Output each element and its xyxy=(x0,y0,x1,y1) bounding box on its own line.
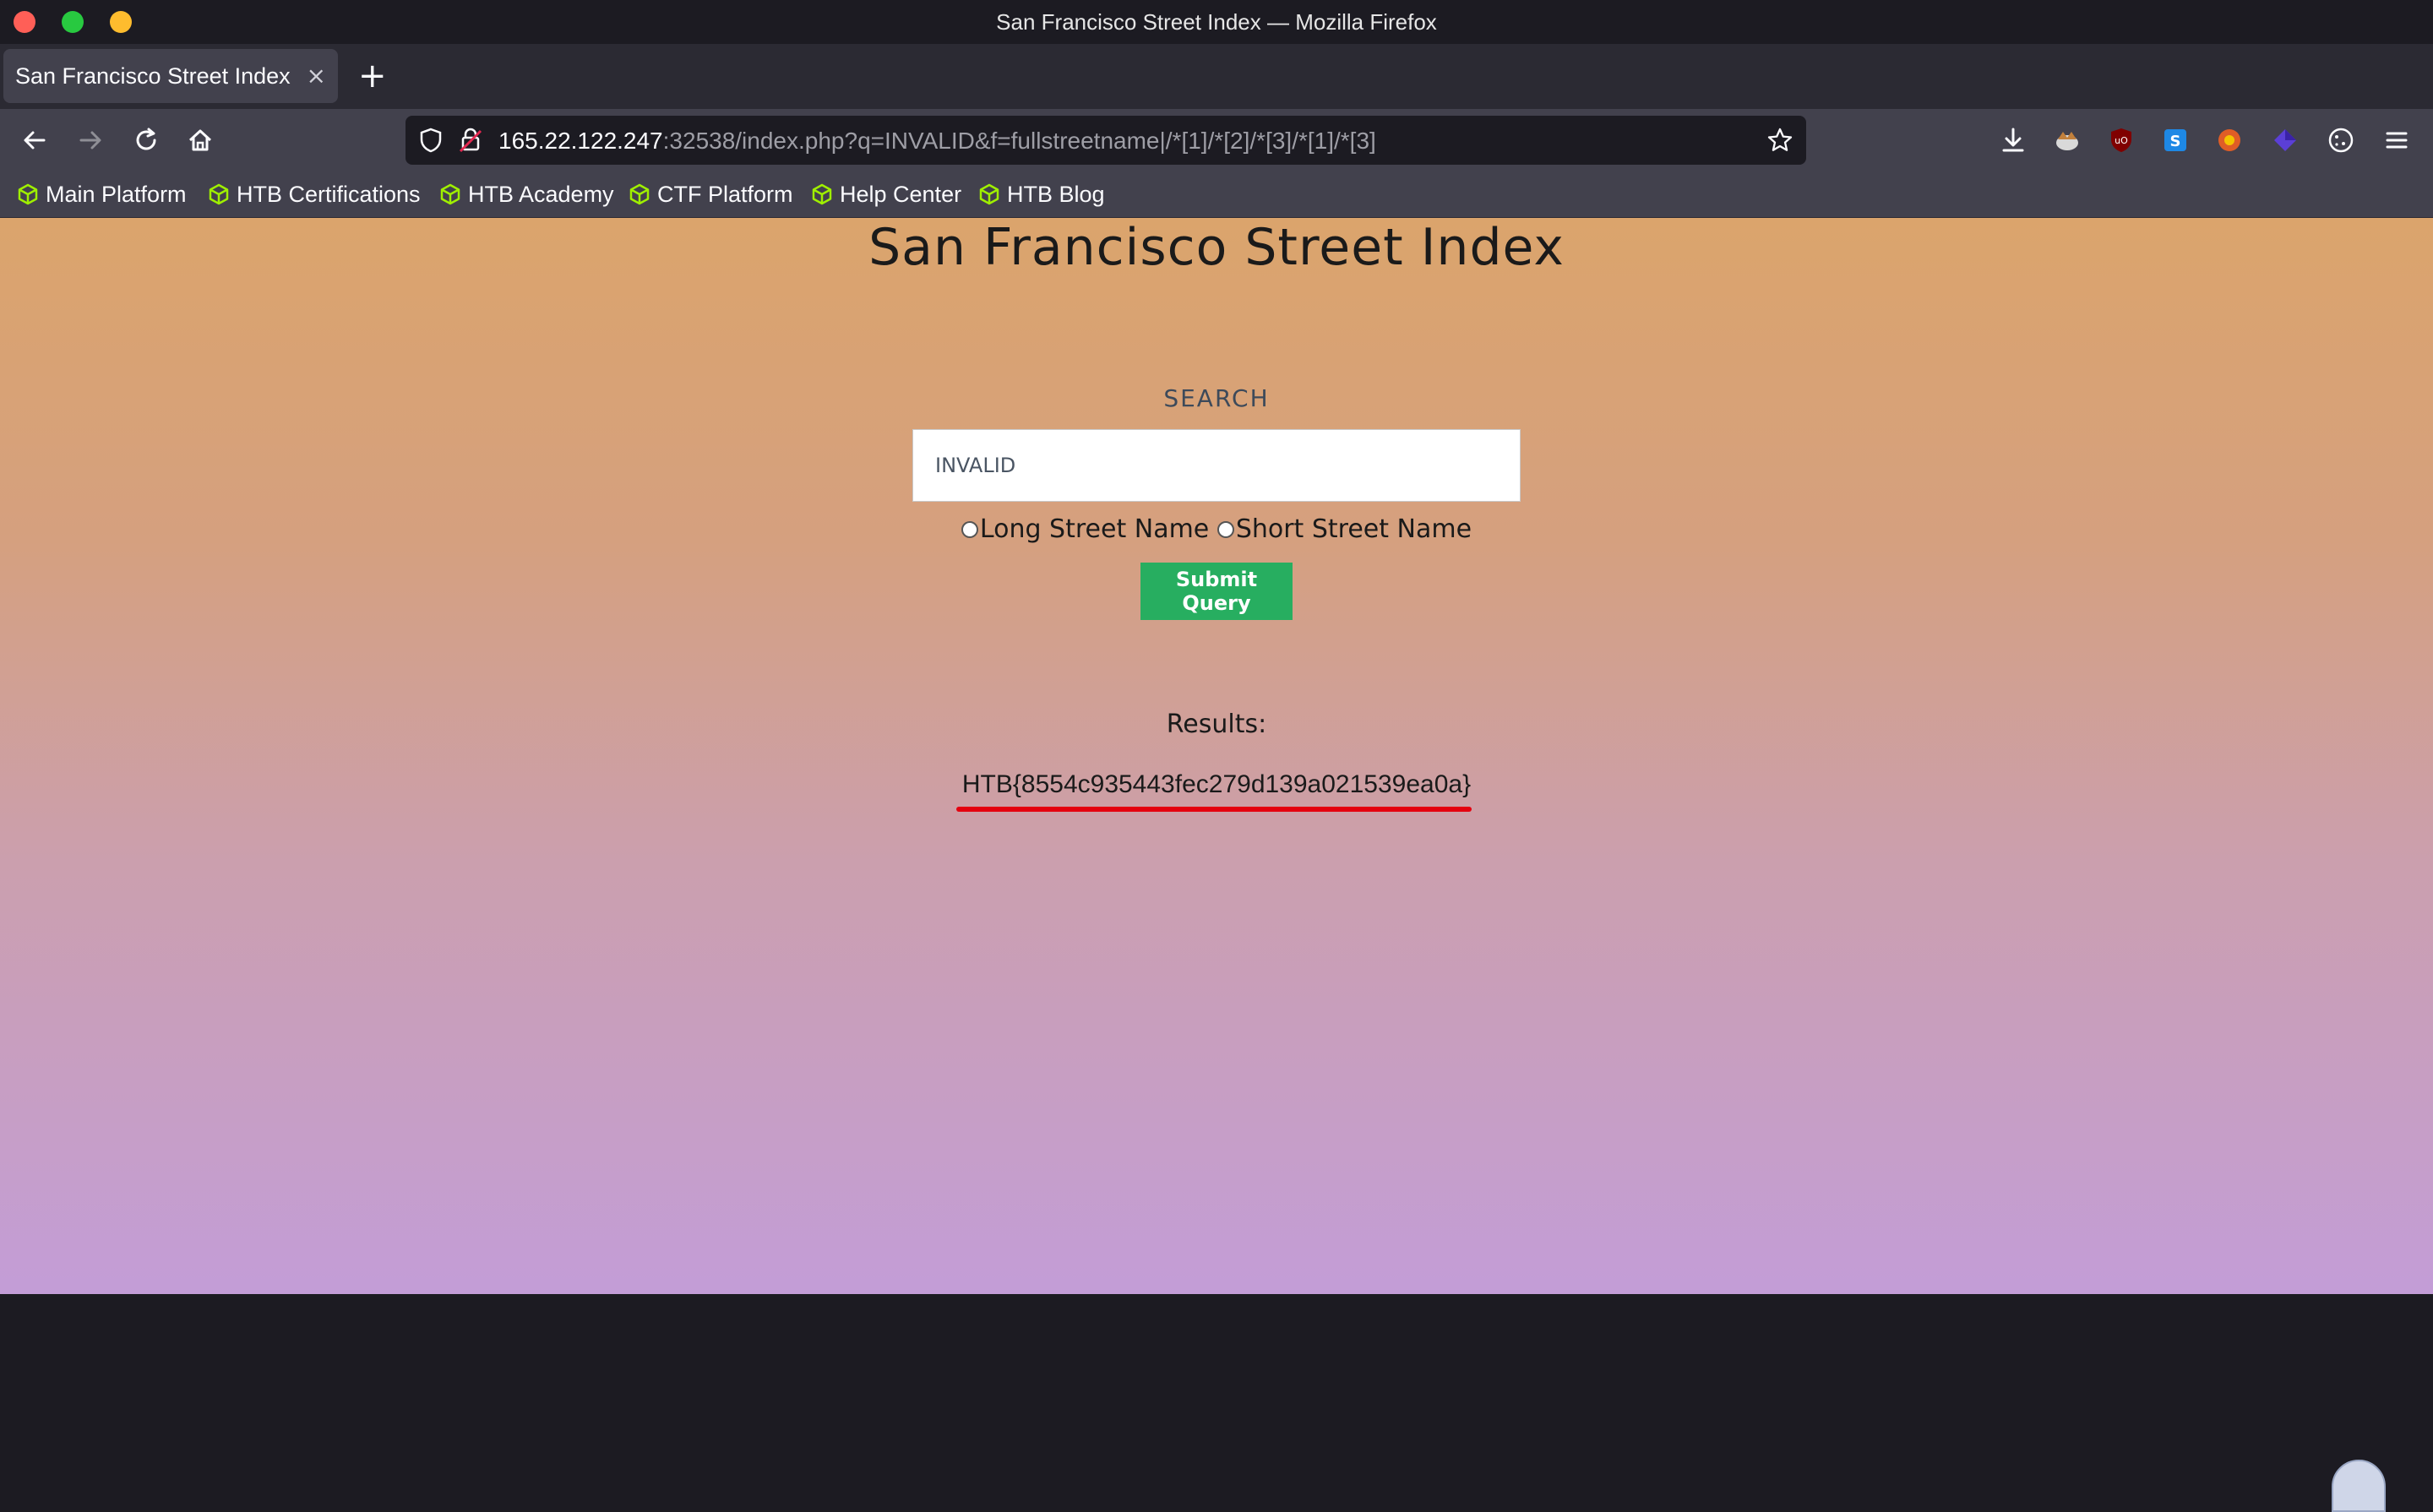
tab-active[interactable]: San Francisco Street Index × xyxy=(3,49,338,103)
bookmark-label: Help Center xyxy=(840,181,962,207)
extension-s-icon[interactable]: S xyxy=(2159,124,2191,156)
clipboard-widget-icon[interactable] xyxy=(2332,1460,2386,1512)
bookmark-label: CTF Platform xyxy=(657,181,793,207)
search-input[interactable] xyxy=(912,429,1521,502)
menu-hamburger-icon[interactable] xyxy=(2381,124,2413,156)
svg-text:S: S xyxy=(2170,133,2181,150)
submit-query-button[interactable]: Submit Query xyxy=(1140,563,1293,620)
tab-close-icon[interactable]: × xyxy=(307,62,326,90)
insecure-lock-icon[interactable] xyxy=(456,126,485,155)
htb-cube-icon xyxy=(979,183,999,205)
bookmark-help-center[interactable]: Help Center xyxy=(811,180,961,209)
bookmark-star-icon[interactable] xyxy=(1766,126,1794,155)
radio-long-label[interactable]: Long Street Name xyxy=(980,514,1209,544)
url-text[interactable]: 165.22.122.247:32538/index.php?q=INVALID… xyxy=(498,128,1376,155)
navigation-toolbar: 165.22.122.247:32538/index.php?q=INVALID… xyxy=(0,109,2433,171)
bookmark-htb-certifications[interactable]: HTB Certifications xyxy=(208,180,421,209)
window-title: San Francisco Street Index — Mozilla Fir… xyxy=(996,9,1437,35)
radio-short-label[interactable]: Short Street Name xyxy=(1236,514,1472,544)
bookmark-label: HTB Certifications xyxy=(237,181,421,207)
htb-cube-icon xyxy=(440,183,460,205)
radio-short-street-name[interactable] xyxy=(1216,520,1234,538)
page-title: San Francisco Street Index xyxy=(868,218,1565,277)
svg-text:uO: uO xyxy=(2115,135,2128,146)
extension-ublock-icon[interactable]: uO xyxy=(2105,124,2137,156)
reload-icon[interactable] xyxy=(130,124,162,156)
bookmark-main-platform[interactable]: Main Platform xyxy=(17,180,187,209)
bookmark-htb-blog[interactable]: HTB Blog xyxy=(978,180,1105,209)
url-host: 165.22.122.247 xyxy=(498,128,663,154)
forward-arrow-icon[interactable] xyxy=(74,124,106,156)
tab-label: San Francisco Street Index xyxy=(15,63,291,89)
red-underline-annotation xyxy=(956,807,1472,812)
shield-icon[interactable] xyxy=(417,127,444,154)
new-tab-button[interactable]: + xyxy=(358,59,387,93)
back-arrow-icon[interactable] xyxy=(19,124,51,156)
extension-wappalyzer-icon[interactable] xyxy=(2213,124,2245,156)
result-value: HTB{8554c935443fec279d139a021539ea0a} xyxy=(961,770,1472,798)
bookmark-label: Main Platform xyxy=(46,181,187,207)
extension-cookie-icon[interactable] xyxy=(2325,124,2357,156)
tab-strip: San Francisco Street Index × + xyxy=(0,44,2433,109)
bookmark-ctf-platform[interactable]: CTF Platform xyxy=(629,180,793,209)
page-viewport: San Francisco Street Index SEARCH Long S… xyxy=(0,218,2433,1512)
home-icon[interactable] xyxy=(184,124,216,156)
bookmarks-toolbar: Main Platform HTB Certifications HTB Aca… xyxy=(0,171,2433,218)
search-label: SEARCH xyxy=(1163,384,1270,412)
address-bar[interactable]: 165.22.122.247:32538/index.php?q=INVALID… xyxy=(406,116,1806,165)
street-name-options: Long Street Name Short Street Name xyxy=(0,514,2433,544)
bookmark-htb-academy[interactable]: HTB Academy xyxy=(439,180,614,209)
url-path: :32538/index.php?q=INVALID&f=fullstreetn… xyxy=(662,128,1376,154)
downloads-icon[interactable] xyxy=(1997,124,2029,156)
bookmark-label: HTB Blog xyxy=(1007,181,1105,207)
bookmark-label: HTB Academy xyxy=(468,181,614,207)
extension-diamond-icon[interactable] xyxy=(2269,124,2301,156)
radio-long-street-name[interactable] xyxy=(961,520,978,538)
results-label: Results: xyxy=(1166,710,1267,739)
extension-foxyproxy-icon[interactable] xyxy=(2051,124,2083,156)
htb-cube-icon xyxy=(629,183,650,205)
htb-cube-icon xyxy=(18,183,38,205)
window-titlebar: San Francisco Street Index — Mozilla Fir… xyxy=(0,0,2433,44)
htb-cube-icon xyxy=(209,183,229,205)
htb-cube-icon xyxy=(812,183,832,205)
